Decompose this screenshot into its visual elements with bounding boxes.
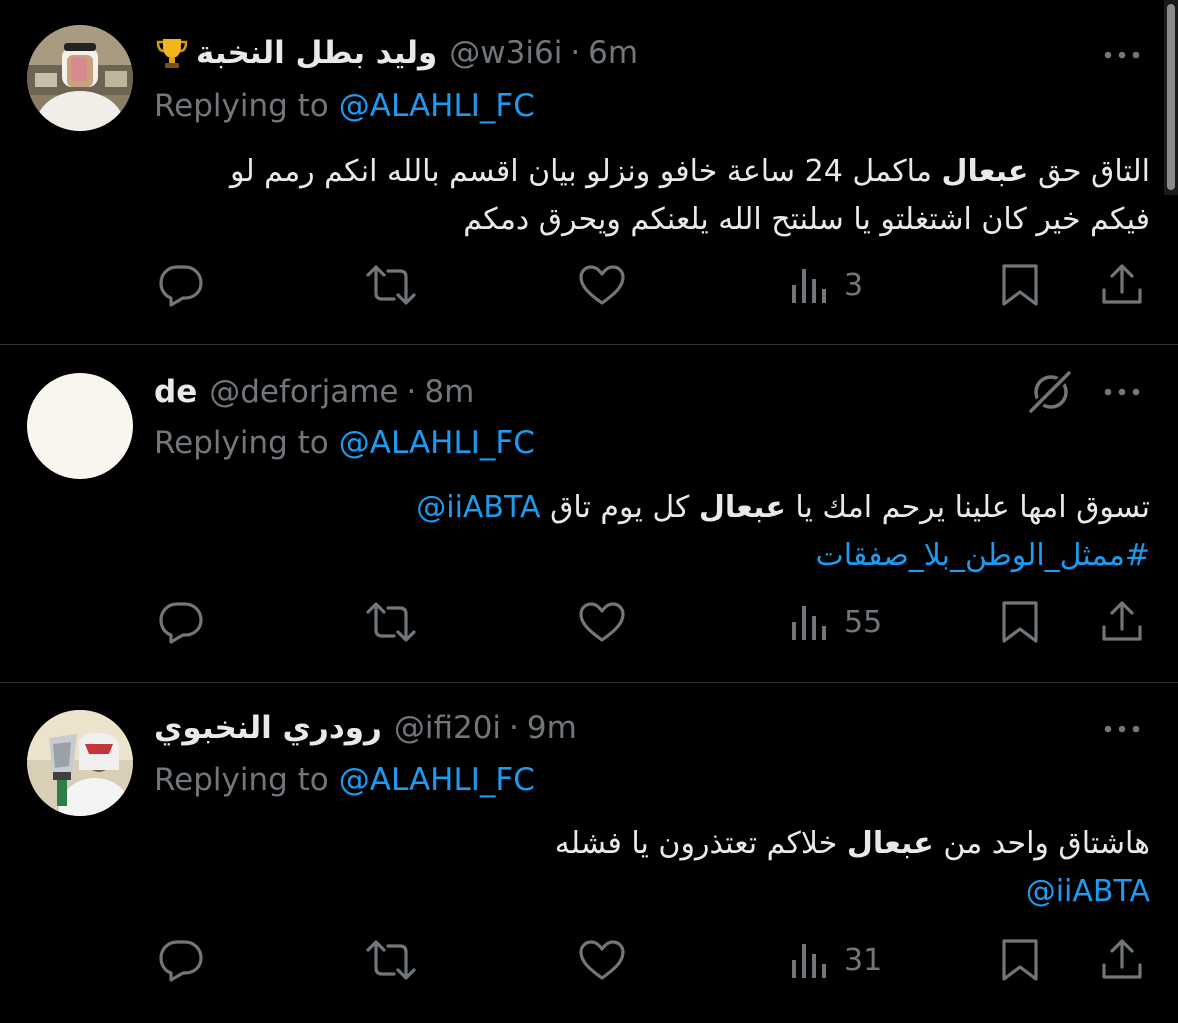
more-icon[interactable] bbox=[1100, 719, 1144, 739]
replying-prefix: Replying to bbox=[154, 762, 329, 798]
retweet-button[interactable] bbox=[364, 938, 418, 982]
share-icon bbox=[1102, 601, 1142, 641]
handle[interactable]: @w3i6i bbox=[449, 35, 562, 71]
timestamp[interactable]: 6m bbox=[588, 35, 638, 71]
retweet-button[interactable] bbox=[364, 263, 418, 307]
scrollbar[interactable] bbox=[1164, 0, 1178, 195]
text-segment: ماكمل 24 ساعة خافو ونزلو بيان اقسم بالله… bbox=[229, 154, 942, 189]
tweet-header: رودري النخبوي @ifi20i · 9m bbox=[154, 706, 577, 750]
tweet-text-line: #ممثل_الوطن_بلا_صفقات bbox=[150, 532, 1150, 580]
bold-text: عبعال bbox=[941, 154, 1029, 189]
tweet-text-line: تسوق امها علينا يرحم امك يا عبعال كل يوم… bbox=[150, 484, 1150, 532]
tweet-text-line: هاشتاق واحد من عبعال خلاكم تعتذرون يا فش… bbox=[150, 820, 1150, 868]
share-icon bbox=[1102, 939, 1142, 979]
like-button[interactable] bbox=[578, 601, 626, 643]
bookmark-icon bbox=[1002, 939, 1038, 981]
like-icon bbox=[579, 940, 625, 980]
separator-dot: · bbox=[509, 710, 519, 746]
reply-button[interactable] bbox=[157, 938, 205, 982]
handle[interactable]: @deforjame bbox=[209, 374, 398, 410]
share-button[interactable] bbox=[1100, 599, 1144, 643]
share-button[interactable] bbox=[1100, 262, 1144, 306]
tweet-text: تسوق امها علينا يرحم امك يا عبعال كل يوم… bbox=[150, 484, 1150, 580]
replying-prefix: Replying to bbox=[154, 425, 329, 461]
retweet-icon bbox=[366, 940, 416, 980]
views-count: 31 bbox=[844, 942, 883, 978]
bold-text: عبعال bbox=[846, 826, 934, 861]
hashtag-link[interactable]: #ممثل_الوطن_بلا_صفقات bbox=[816, 538, 1150, 573]
separator-dot: · bbox=[570, 35, 581, 71]
timeline: وليد بطل النخبة @w3i6i · 6m Replying to … bbox=[0, 0, 1178, 1023]
replying-to: Replying to @ALAHLI_FC bbox=[154, 758, 535, 802]
bookmark-button[interactable] bbox=[1000, 599, 1040, 645]
avatar[interactable] bbox=[27, 25, 133, 131]
reply-icon bbox=[159, 602, 203, 644]
share-icon bbox=[1102, 264, 1142, 304]
replying-to: Replying to @ALAHLI_FC bbox=[154, 84, 535, 128]
tweet-text-line: @iiABTA bbox=[150, 868, 1150, 916]
like-icon bbox=[579, 265, 625, 305]
like-button[interactable] bbox=[578, 939, 626, 981]
avatar[interactable] bbox=[27, 710, 133, 816]
handle[interactable]: @ifi20i bbox=[394, 710, 501, 746]
retweet-icon bbox=[366, 265, 416, 305]
text-segment: هاشتاق واحد من bbox=[933, 826, 1150, 861]
views-button[interactable]: 55 bbox=[790, 602, 882, 642]
grok-icon[interactable] bbox=[1026, 368, 1074, 416]
reply-button[interactable] bbox=[157, 263, 205, 307]
bookmark-button[interactable] bbox=[1000, 937, 1040, 983]
trophy-icon bbox=[154, 35, 190, 71]
tweet-text: التاق حق عبعال ماكمل 24 ساعة خافو ونزلو … bbox=[150, 148, 1150, 244]
reply-button[interactable] bbox=[157, 600, 205, 644]
display-name[interactable]: de bbox=[154, 374, 197, 410]
replying-to: Replying to @ALAHLI_FC bbox=[154, 421, 535, 465]
mention-link[interactable]: @iiABTA bbox=[416, 490, 540, 525]
separator-dot: · bbox=[406, 374, 417, 410]
like-icon bbox=[579, 602, 625, 642]
timestamp[interactable]: 9m bbox=[527, 710, 577, 746]
display-name[interactable]: وليد بطل النخبة bbox=[196, 35, 437, 71]
bookmark-icon bbox=[1002, 264, 1038, 306]
retweet-button[interactable] bbox=[364, 600, 418, 644]
tweet[interactable]: رودري النخبوي @ifi20i · 9m Replying to @… bbox=[0, 683, 1178, 1023]
replying-to-mention[interactable]: @ALAHLI_FC bbox=[339, 425, 535, 461]
views-icon bbox=[792, 606, 826, 640]
views-count: 3 bbox=[844, 267, 864, 303]
text-segment: كل يوم تاق bbox=[540, 490, 699, 525]
mention-link[interactable]: @iiABTA bbox=[1026, 874, 1150, 909]
avatar[interactable] bbox=[27, 373, 133, 479]
tweet-text-line: التاق حق عبعال ماكمل 24 ساعة خافو ونزلو … bbox=[150, 148, 1150, 196]
replying-prefix: Replying to bbox=[154, 88, 329, 124]
like-button[interactable] bbox=[578, 264, 626, 306]
bold-text: عبعال bbox=[698, 490, 786, 525]
tweet[interactable]: وليد بطل النخبة @w3i6i · 6m Replying to … bbox=[0, 0, 1178, 344]
reply-icon bbox=[159, 265, 203, 307]
text-segment: التاق حق bbox=[1028, 154, 1150, 189]
more-icon[interactable] bbox=[1100, 382, 1144, 402]
timestamp[interactable]: 8m bbox=[424, 374, 474, 410]
tweet-text: هاشتاق واحد من عبعال خلاكم تعتذرون يا فش… bbox=[150, 820, 1150, 916]
views-count: 55 bbox=[844, 604, 883, 640]
views-icon bbox=[792, 944, 826, 978]
replying-to-mention[interactable]: @ALAHLI_FC bbox=[339, 88, 535, 124]
tweet[interactable]: de @deforjame · 8m Replying to @ALAHLI_F… bbox=[0, 345, 1178, 682]
display-name[interactable]: رودري النخبوي bbox=[154, 710, 382, 746]
views-button[interactable]: 31 bbox=[790, 940, 882, 980]
text-segment: خلاكم تعتذرون يا فشله bbox=[554, 826, 847, 861]
text-segment: تسوق امها علينا يرحم امك يا bbox=[785, 490, 1150, 525]
tweet-header: وليد بطل النخبة @w3i6i · 6m bbox=[154, 31, 638, 75]
replying-to-mention[interactable]: @ALAHLI_FC bbox=[339, 762, 535, 798]
bookmark-button[interactable] bbox=[1000, 262, 1040, 308]
views-icon bbox=[792, 269, 826, 303]
share-button[interactable] bbox=[1100, 937, 1144, 981]
bookmark-icon bbox=[1002, 601, 1038, 643]
tweet-text-line: فيكم خير كان اشتغلتو يا سلنتح الله يلعنك… bbox=[463, 202, 1150, 237]
retweet-icon bbox=[366, 602, 416, 642]
more-icon[interactable] bbox=[1100, 45, 1144, 65]
views-button[interactable]: 3 bbox=[790, 265, 863, 305]
scrollbar-thumb[interactable] bbox=[1167, 4, 1175, 190]
tweet-header: de @deforjame · 8m bbox=[154, 370, 474, 414]
reply-icon bbox=[159, 940, 203, 982]
